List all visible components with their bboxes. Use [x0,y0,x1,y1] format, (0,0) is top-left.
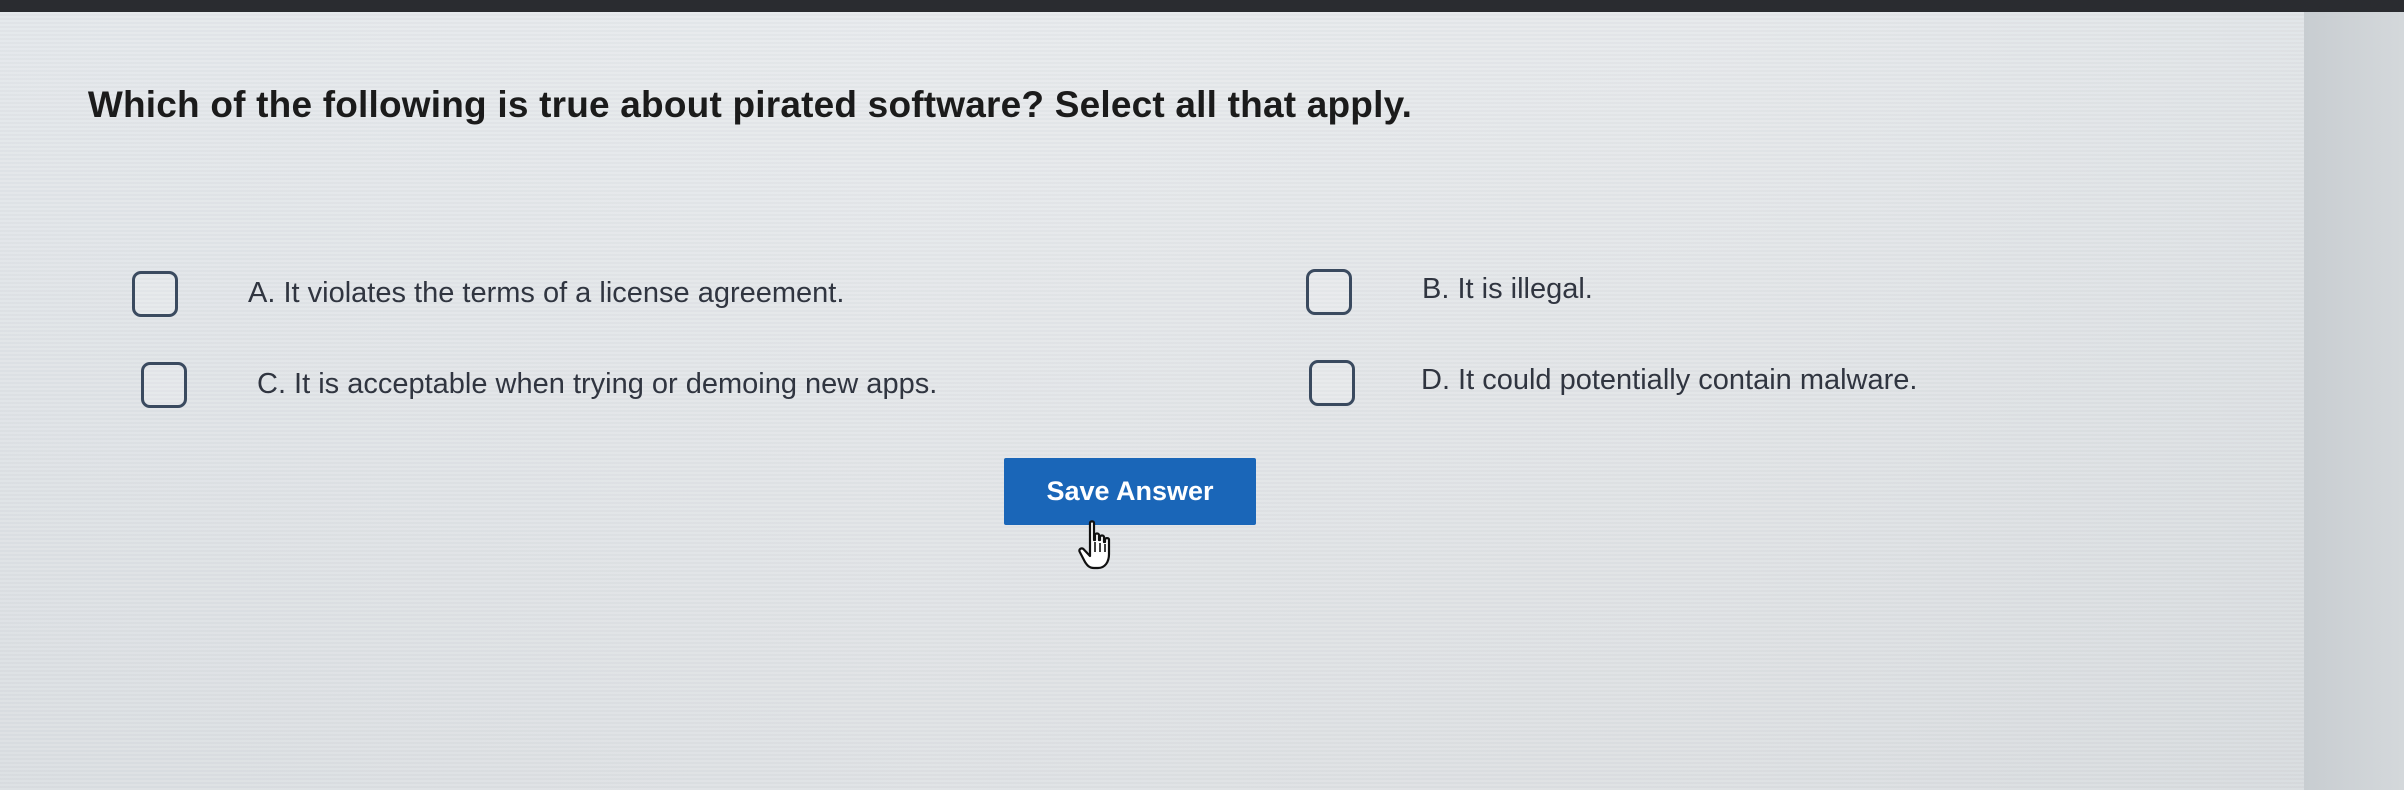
hand-pointer-icon [1078,520,1111,570]
checkbox-option-c[interactable] [141,362,187,408]
checkbox-option-b[interactable] [1306,269,1352,315]
save-answer-button[interactable]: Save Answer [1004,458,1256,525]
question-text: Which of the following is true about pir… [87,84,1413,125]
option-c[interactable]: C. It is acceptable when trying or demoi… [141,362,1041,422]
screen-edge [2304,12,2404,790]
option-c-label[interactable]: C. It is acceptable when trying or demoi… [257,368,937,401]
checkbox-option-a[interactable] [132,271,178,317]
option-d-label[interactable]: D. It could potentially contain malware. [1421,364,1917,397]
option-b[interactable]: B. It is illegal. [1306,269,1906,329]
option-b-label[interactable]: B. It is illegal. [1422,273,1593,306]
option-a[interactable]: A. It violates the terms of a license ag… [132,271,1032,331]
checkbox-option-d[interactable] [1309,360,1355,406]
option-a-label[interactable]: A. It violates the terms of a license ag… [248,277,844,310]
option-d[interactable]: D. It could potentially contain malware. [1309,360,2109,420]
